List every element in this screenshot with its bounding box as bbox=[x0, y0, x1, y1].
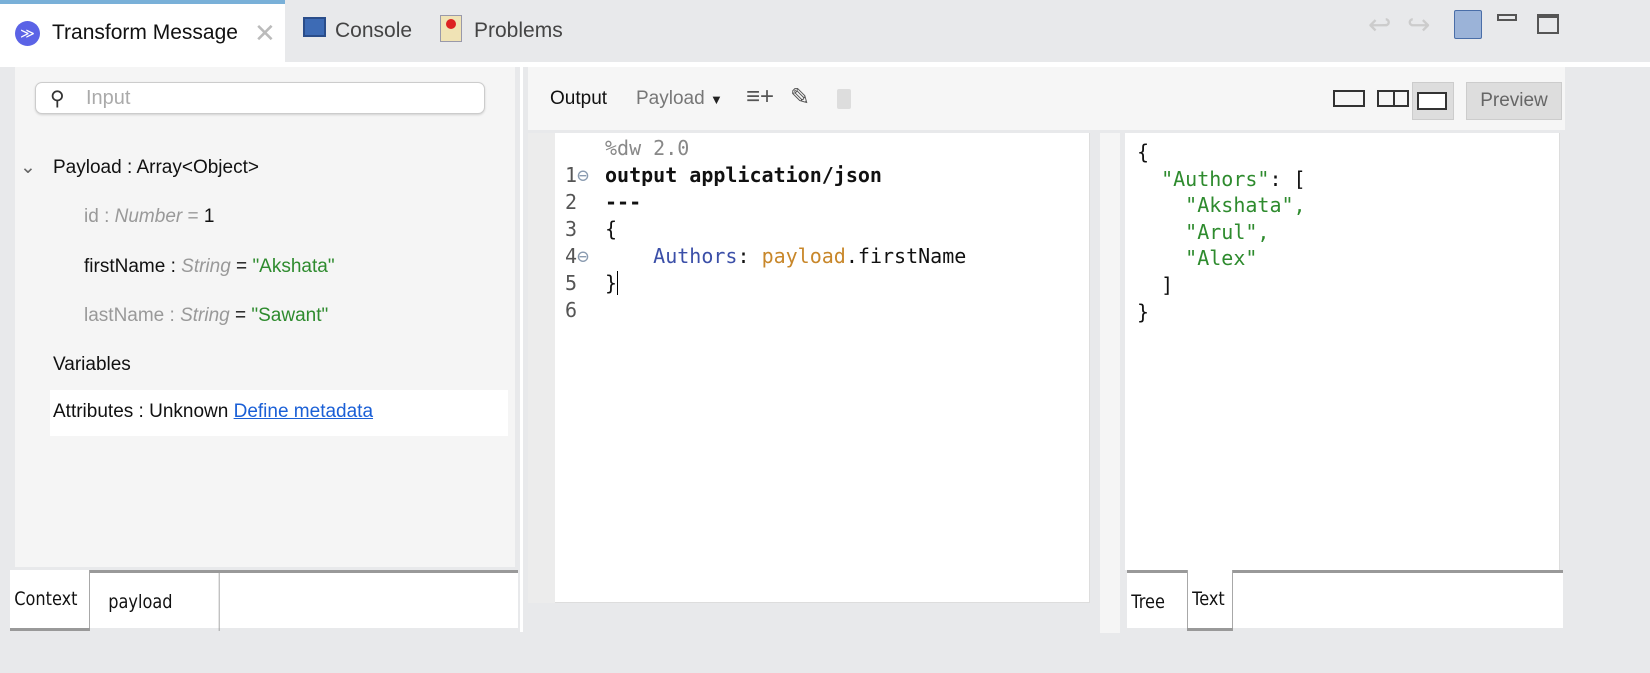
output-target-dropdown[interactable]: Payload ▼ bbox=[636, 88, 723, 110]
editor-gutter bbox=[528, 133, 555, 603]
view-tab-bar: ≫ Transform Message ✕ Console Problems ↩… bbox=[0, 0, 1650, 62]
tab-label: Transform Message bbox=[52, 21, 238, 44]
maximize-icon[interactable] bbox=[1537, 14, 1559, 34]
preview-json: { "Authors": [ "Akshata", "Arul", "Alex"… bbox=[1137, 139, 1306, 325]
json-line: "Authors": [ bbox=[1161, 166, 1306, 191]
code-text: } bbox=[605, 271, 618, 295]
code-line: Authors: payload.firstName bbox=[605, 243, 966, 270]
code-line: --- bbox=[605, 190, 642, 214]
line-number: 6 bbox=[565, 298, 578, 322]
layout-single-icon bbox=[1417, 92, 1447, 110]
caret-down-icon: ▼ bbox=[709, 92, 723, 107]
line-number: 3 bbox=[565, 217, 578, 241]
undo-icon[interactable]: ↩ bbox=[1368, 8, 1391, 41]
field-name: id bbox=[84, 206, 99, 227]
search-icon: ⚲ bbox=[50, 88, 65, 110]
minimize-icon[interactable] bbox=[1497, 14, 1517, 21]
code-line: } bbox=[605, 270, 966, 297]
field-type: String bbox=[181, 256, 231, 277]
json-line: "Arul", bbox=[1137, 219, 1270, 244]
attributes-label: Attributes : Unknown bbox=[53, 401, 229, 422]
code-key: Authors bbox=[653, 244, 738, 268]
search-placeholder: Input bbox=[86, 87, 131, 109]
tab-context[interactable]: Context bbox=[10, 570, 90, 631]
field-id[interactable]: id : Number = 1 bbox=[84, 206, 214, 228]
code-sep: : bbox=[737, 244, 762, 268]
close-icon[interactable]: ✕ bbox=[254, 18, 276, 49]
layout-split-diff-icon[interactable] bbox=[1333, 90, 1365, 107]
output-toolbar: Output Payload ▼ ≡+ ✎ Preview bbox=[528, 67, 1565, 130]
field-value: "Akshata" bbox=[252, 256, 335, 277]
code-line: output application/json bbox=[605, 163, 882, 187]
fold-icon[interactable]: ⊖ bbox=[577, 244, 589, 268]
preview-bottom-tabs: Tree Text bbox=[1127, 570, 1563, 631]
tab-text[interactable]: Text bbox=[1187, 570, 1233, 631]
tab-console[interactable]: Console bbox=[300, 0, 425, 62]
output-preview: { "Authors": [ "Akshata", "Arul", "Alex"… bbox=[1125, 133, 1560, 570]
define-metadata-link[interactable]: Define metadata bbox=[234, 401, 373, 422]
line-number: 4 bbox=[565, 244, 578, 268]
line-number: 2 bbox=[565, 190, 578, 214]
field-lastname[interactable]: lastName : String = "Sawant" bbox=[84, 305, 328, 327]
tab-payload[interactable]: payload bbox=[104, 570, 220, 631]
tab-tree[interactable]: Tree bbox=[1127, 570, 1178, 631]
json-line: "Alex" bbox=[1137, 246, 1258, 271]
code-line: { bbox=[605, 217, 618, 241]
field-value: "Sawant" bbox=[251, 305, 329, 326]
target-label: Payload bbox=[636, 88, 705, 109]
json-line: ] bbox=[1137, 272, 1174, 297]
variables-node[interactable]: Variables bbox=[53, 354, 131, 376]
field-firstname[interactable]: firstName : String = "Akshata" bbox=[84, 256, 335, 278]
chevron-down-icon[interactable]: ⌄ bbox=[20, 156, 36, 179]
preview-button[interactable]: Preview bbox=[1466, 82, 1562, 120]
add-output-icon[interactable]: ≡+ bbox=[746, 83, 774, 111]
field-name: lastName bbox=[84, 305, 165, 326]
input-bottom-tabs: Context payload bbox=[10, 570, 518, 631]
line-number: 1 bbox=[565, 163, 578, 187]
code-line: %dw 2.0 bbox=[605, 136, 690, 160]
json-line: } bbox=[1137, 299, 1150, 324]
tab-label: Problems bbox=[474, 19, 563, 42]
field-name: firstName bbox=[84, 256, 166, 277]
attributes-node: Attributes : Unknown Define metadata bbox=[53, 401, 373, 423]
save-icon[interactable] bbox=[1454, 10, 1482, 39]
field-type: String bbox=[180, 305, 230, 326]
problems-icon bbox=[440, 15, 462, 42]
json-line: "Akshata", bbox=[1137, 193, 1306, 218]
tab-transform-message[interactable]: ≫ Transform Message ✕ bbox=[0, 0, 285, 62]
payload-node[interactable]: Payload : Array<Object> bbox=[53, 157, 259, 179]
field-value: 1 bbox=[203, 206, 215, 227]
line-number: 5 bbox=[565, 271, 578, 295]
pencil-icon[interactable]: ✎ bbox=[790, 83, 810, 112]
console-icon bbox=[303, 17, 326, 37]
code-payload: payload bbox=[761, 244, 846, 268]
tab-label: Console bbox=[335, 19, 413, 42]
line-numbers: 1⊖ 2 3 4⊖ 5 6 bbox=[565, 135, 589, 324]
output-label: Output bbox=[550, 88, 608, 109]
layout-split-icon[interactable] bbox=[1377, 90, 1409, 107]
code-lines: %dw 2.0 output application/json --- { Autho… bbox=[605, 135, 966, 297]
dataweave-editor[interactable]: 1⊖ 2 3 4⊖ 5 6 %dw 2.0 output application/… bbox=[555, 133, 1090, 603]
field-type: Number bbox=[114, 206, 183, 227]
json-line: { bbox=[1137, 140, 1150, 164]
trash-icon[interactable] bbox=[837, 89, 851, 109]
redo-icon[interactable]: ↪ bbox=[1407, 8, 1430, 41]
layout-single-button[interactable] bbox=[1412, 82, 1454, 120]
input-search-field[interactable]: ⚲ Input bbox=[35, 82, 485, 114]
fold-icon[interactable]: ⊖ bbox=[577, 163, 589, 187]
dataweave-icon: ≫ bbox=[15, 21, 40, 46]
code-rest: .firstName bbox=[845, 244, 967, 268]
tab-problems[interactable]: Problems bbox=[438, 0, 578, 62]
